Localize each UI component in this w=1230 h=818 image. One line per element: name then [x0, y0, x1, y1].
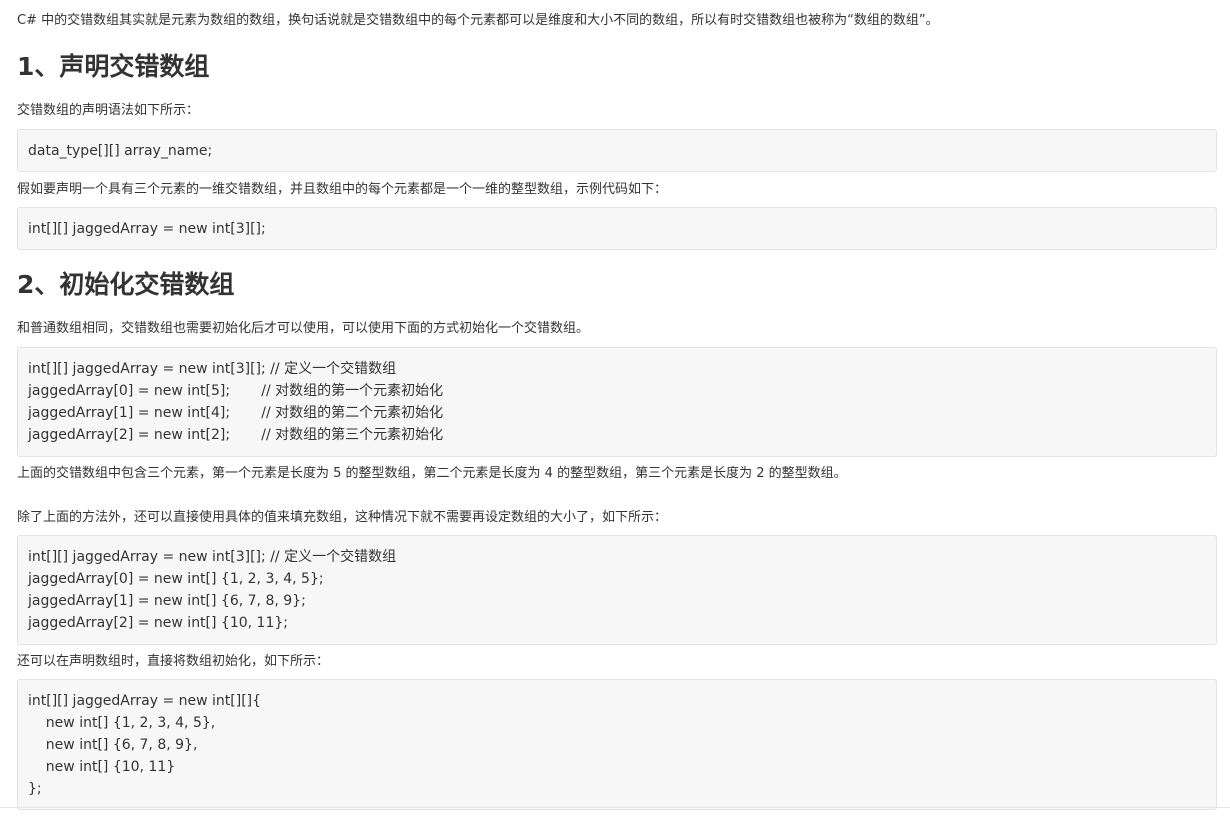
code-line: jaggedArray[0] = new int[] {1, 2, 3, 4, …: [28, 571, 324, 587]
code-line: };: [28, 781, 42, 797]
declare-example-text: 假如要声明一个具有三个元素的一维交错数组，并且数组中的每个元素都是一个一维的整型…: [17, 182, 668, 197]
bottom-divider: [0, 807, 1230, 808]
initialize-intro-text: 和普通数组相同，交错数组也需要初始化后才可以使用，可以使用下面的方式初始化一个交…: [17, 321, 590, 336]
code-block-declare-example[interactable]: int[][] jaggedArray = new int[3][];: [17, 207, 1217, 250]
declare-syntax-text: 交错数组的声明语法如下所示：: [17, 103, 200, 118]
code-line: jaggedArray[2] = new int[2]; // 对数组的第三个元…: [28, 427, 444, 443]
code-block-initialize-sizes[interactable]: int[][] jaggedArray = new int[3][]; // 定…: [17, 347, 1217, 457]
code-block-initialize-inline[interactable]: int[][] jaggedArray = new int[][]{ new i…: [17, 679, 1217, 810]
code-line: new int[] {10, 11}: [28, 759, 176, 775]
code-line: jaggedArray[0] = new int[5]; // 对数组的第一个元…: [28, 383, 444, 399]
code-line: int[][] jaggedArray = new int[3][]; // 定…: [28, 361, 397, 377]
section-heading-initialize: 2、初始化交错数组: [17, 270, 235, 299]
code-line: data_type[][] array_name;: [28, 143, 213, 159]
code-line: int[][] jaggedArray = new int[][]{: [28, 693, 262, 709]
section-heading-declare: 1、声明交错数组: [17, 52, 210, 81]
initialize-values-text: 除了上面的方法外，还可以直接使用具体的值来填充数组，这种情况下就不需要再设定数组…: [17, 510, 668, 525]
code-line: jaggedArray[1] = new int[4]; // 对数组的第二个元…: [28, 405, 444, 421]
code-line: int[][] jaggedArray = new int[3][]; // 定…: [28, 549, 397, 565]
intro-paragraph: C# 中的交错数组其实就是元素为数组的数组，换句话说就是交错数组中的每个元素都可…: [17, 13, 939, 28]
code-line: jaggedArray[1] = new int[] {6, 7, 8, 9};: [28, 593, 306, 609]
initialize-inline-text: 还可以在声明数组时，直接将数组初始化，如下所示：: [17, 654, 330, 669]
code-line: new int[] {1, 2, 3, 4, 5},: [28, 715, 216, 731]
initialize-explanation-text: 上面的交错数组中包含三个元素，第一个元素是长度为 5 的整型数组，第二个元素是长…: [17, 466, 847, 481]
code-line: jaggedArray[2] = new int[] {10, 11};: [28, 615, 288, 631]
code-block-initialize-values[interactable]: int[][] jaggedArray = new int[3][]; // 定…: [17, 535, 1217, 645]
code-line: new int[] {6, 7, 8, 9},: [28, 737, 198, 753]
code-block-declare-syntax[interactable]: data_type[][] array_name;: [17, 129, 1217, 172]
code-line: int[][] jaggedArray = new int[3][];: [28, 221, 266, 237]
